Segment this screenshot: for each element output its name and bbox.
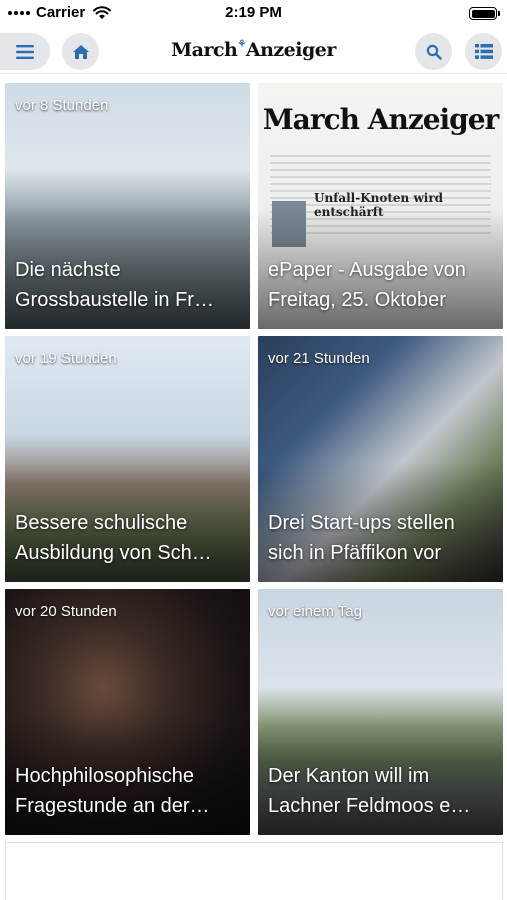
search-button[interactable] bbox=[415, 33, 452, 70]
article-time: vor 21 Stunden bbox=[268, 350, 370, 367]
list-icon bbox=[474, 44, 493, 59]
status-bar: Carrier 2:19 PM bbox=[0, 0, 507, 26]
clock: 2:19 PM bbox=[225, 4, 282, 21]
nav-bar: March⚘Anzeiger bbox=[0, 30, 507, 74]
article-title: Hochphilosophische Fragestunde an der… bbox=[15, 765, 210, 817]
article-title: ePaper - Ausgabe von Freitag, 25. Oktobe… bbox=[268, 259, 466, 311]
article-time: vor 8 Stunden bbox=[15, 97, 109, 114]
article-title: Drei Start-ups stellen sich in Pfäffikon… bbox=[268, 512, 455, 564]
article-time: vor 20 Stunden bbox=[15, 603, 117, 620]
article-title: Die nächste Grossbaustelle in Fr… bbox=[15, 259, 214, 311]
list-view-button[interactable] bbox=[465, 33, 502, 70]
epaper-card[interactable]: March Anzeiger Unfall-Knoten wird entsch… bbox=[258, 83, 503, 329]
logo-text-part: March bbox=[171, 39, 238, 61]
article-card-partial[interactable] bbox=[5, 842, 503, 900]
article-card[interactable]: vor 21 Stunden Drei Start-ups stellen si… bbox=[258, 336, 503, 582]
article-time: vor 19 Stunden bbox=[15, 350, 117, 367]
article-title: Der Kanton will im Lachner Feldmoos e… bbox=[268, 765, 471, 817]
epaper-masthead: March Anzeiger bbox=[262, 103, 500, 136]
search-icon bbox=[426, 44, 442, 60]
article-card[interactable]: vor 8 Stunden Die nächste Grossbaustelle… bbox=[5, 83, 250, 329]
logo-text-part: Anzeiger bbox=[245, 39, 337, 61]
article-card[interactable]: vor 19 Stunden Bessere schulische Ausbil… bbox=[5, 336, 250, 582]
article-title: Bessere schulische Ausbildung von Sch… bbox=[15, 512, 212, 564]
article-time: vor einem Tag bbox=[268, 603, 362, 620]
logo-mark-icon: ⚘ bbox=[237, 39, 246, 50]
article-card[interactable]: vor einem Tag Der Kanton will im Lachner… bbox=[258, 589, 503, 835]
article-card[interactable]: vor 20 Stunden Hochphilosophische Frages… bbox=[5, 589, 250, 835]
battery-icon bbox=[469, 7, 500, 20]
